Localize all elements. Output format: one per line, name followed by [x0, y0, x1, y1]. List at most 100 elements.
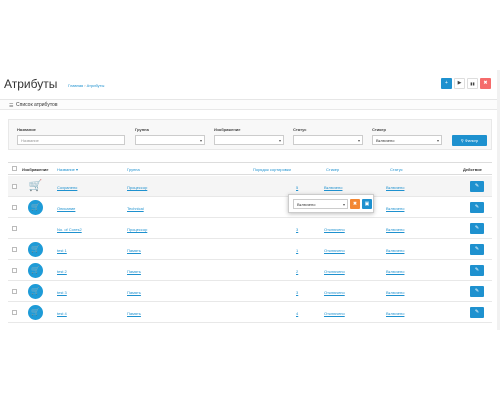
- filter-sticker-select[interactable]: Включено ▾: [372, 135, 442, 145]
- row-status[interactable]: Включено: [386, 185, 404, 190]
- row-sticker[interactable]: Включено: [324, 185, 342, 190]
- panel-heading: ☰ Список атрибутов: [0, 100, 500, 110]
- trash-icon: ✖: [483, 80, 488, 86]
- row-name[interactable]: test 3: [57, 290, 67, 295]
- row-status[interactable]: Включено: [386, 269, 404, 274]
- sticker-inline-select[interactable]: Включено ▾: [293, 199, 348, 209]
- row-sort[interactable]: 2: [296, 269, 298, 274]
- filter-group-select[interactable]: ▾: [135, 135, 205, 145]
- col-name[interactable]: Название ▾: [57, 167, 78, 172]
- col-actions: Действие: [463, 167, 482, 172]
- breadcrumb: Главная›Атрибуты: [68, 83, 105, 88]
- row-status[interactable]: Включено: [386, 290, 404, 295]
- row-checkbox[interactable]: [12, 226, 17, 231]
- edit-button[interactable]: ✎: [470, 286, 484, 297]
- row-sticker[interactable]: Отключено: [324, 248, 345, 253]
- row-sticker[interactable]: Отключено: [324, 269, 345, 274]
- row-name[interactable]: Сохранено: [57, 185, 77, 190]
- page-title: Атрибуты: [4, 77, 58, 91]
- table-row: 🛒 test 2 Память 2 Отключено Включено ✎: [8, 260, 492, 281]
- row-group[interactable]: Процессор: [127, 185, 147, 190]
- breadcrumb-home[interactable]: Главная: [68, 83, 83, 88]
- admin-page: Атрибуты Главная›Атрибуты + ▶ ▮▮ ✖ ☰ Спи…: [0, 70, 500, 330]
- col-sort[interactable]: Порядок сортировки: [253, 167, 291, 172]
- page-header: Атрибуты Главная›Атрибуты + ▶ ▮▮ ✖: [0, 70, 500, 94]
- row-checkbox[interactable]: [12, 310, 17, 315]
- filter-name-input[interactable]: Название: [17, 135, 125, 145]
- row-status[interactable]: Включено: [386, 227, 404, 232]
- save-icon: ▣: [364, 201, 370, 207]
- row-group[interactable]: Память: [127, 311, 141, 316]
- row-status[interactable]: Включено: [386, 311, 404, 316]
- chevron-down-icon: ▾: [199, 138, 202, 143]
- edit-button[interactable]: ✎: [470, 223, 484, 234]
- close-icon: ✖: [352, 201, 358, 207]
- panel-title: Список атрибутов: [16, 102, 58, 108]
- chevron-down-icon: ▾: [278, 138, 281, 143]
- table-row: 🛒 test 1 Память 1 Отключено Включено ✎: [8, 239, 492, 260]
- pencil-icon: ✎: [474, 183, 480, 189]
- row-checkbox[interactable]: [12, 205, 17, 210]
- row-group[interactable]: Память: [127, 248, 141, 253]
- cancel-button[interactable]: ✖: [350, 199, 360, 209]
- row-checkbox[interactable]: [12, 289, 17, 294]
- row-group[interactable]: Процессор: [127, 227, 147, 232]
- row-name[interactable]: test 1: [57, 248, 67, 253]
- row-sort[interactable]: 4: [296, 311, 298, 316]
- row-status[interactable]: Включено: [386, 248, 404, 253]
- run-button[interactable]: ▶: [454, 78, 465, 89]
- row-checkbox[interactable]: [12, 247, 17, 252]
- row-sticker[interactable]: Отключено: [324, 311, 345, 316]
- row-checkbox[interactable]: [12, 184, 17, 189]
- list-icon: ☰: [9, 103, 14, 109]
- row-checkbox[interactable]: [12, 268, 17, 273]
- row-group[interactable]: Память: [127, 269, 141, 274]
- chevron-down-icon: ▾: [436, 138, 439, 143]
- row-sort[interactable]: 5: [296, 185, 298, 190]
- row-sort[interactable]: 1: [296, 248, 298, 253]
- pencil-icon: ✎: [474, 309, 480, 315]
- inline-edit-popup: Включено ▾ ✖ ▣: [288, 194, 374, 213]
- row-group[interactable]: Technical: [127, 206, 144, 211]
- row-sort[interactable]: 3: [296, 227, 298, 232]
- pause-button[interactable]: ▮▮: [467, 78, 478, 89]
- filter-button[interactable]: ⚲ Фильтр: [452, 135, 487, 146]
- col-group[interactable]: Группа: [127, 167, 140, 172]
- row-sort[interactable]: 3: [296, 290, 298, 295]
- edit-button[interactable]: ✎: [470, 307, 484, 318]
- breadcrumb-current[interactable]: Атрибуты: [87, 83, 105, 88]
- cart-blue-icon: 🛒: [28, 284, 43, 299]
- row-sticker[interactable]: Отключено: [324, 290, 345, 295]
- filter-group-label: Группа: [135, 127, 149, 132]
- edit-button[interactable]: ✎: [470, 181, 484, 192]
- edit-button[interactable]: ✎: [470, 244, 484, 255]
- pencil-icon: ✎: [474, 267, 480, 273]
- table-row: 🛒 Описание Technical 1 Включено ✎: [8, 197, 492, 218]
- select-all-checkbox[interactable]: [12, 166, 17, 171]
- row-name[interactable]: test 4: [57, 311, 67, 316]
- edit-button[interactable]: ✎: [470, 265, 484, 276]
- filter-panel: Название Название Группа ▾ Изображение ▾…: [8, 119, 492, 150]
- table-header: Изображение Название ▾ Группа Порядок со…: [8, 162, 492, 175]
- save-button[interactable]: ▣: [362, 199, 372, 209]
- pencil-icon: ✎: [474, 288, 480, 294]
- edit-button[interactable]: ✎: [470, 202, 484, 213]
- add-button[interactable]: +: [441, 78, 452, 89]
- filter-status-label: Статус: [293, 127, 307, 132]
- cart-blue-icon: 🛒: [28, 242, 43, 257]
- apple-icon: [28, 221, 43, 236]
- filter-status-select[interactable]: ▾: [293, 135, 363, 145]
- row-group[interactable]: Память: [127, 290, 141, 295]
- row-status[interactable]: Включено: [386, 206, 404, 211]
- col-sticker[interactable]: Стикер: [326, 167, 339, 172]
- pencil-icon: ✎: [474, 225, 480, 231]
- row-name[interactable]: Описание: [57, 206, 75, 211]
- row-sticker[interactable]: Отключено: [324, 227, 345, 232]
- filter-image-select[interactable]: ▾: [214, 135, 284, 145]
- row-name[interactable]: No. of Cores2: [57, 227, 82, 232]
- delete-button[interactable]: ✖: [480, 78, 491, 89]
- cart-blue-icon: 🛒: [28, 200, 43, 215]
- row-name[interactable]: test 2: [57, 269, 67, 274]
- col-status[interactable]: Статус: [390, 167, 403, 172]
- filter-image-label: Изображение: [214, 127, 241, 132]
